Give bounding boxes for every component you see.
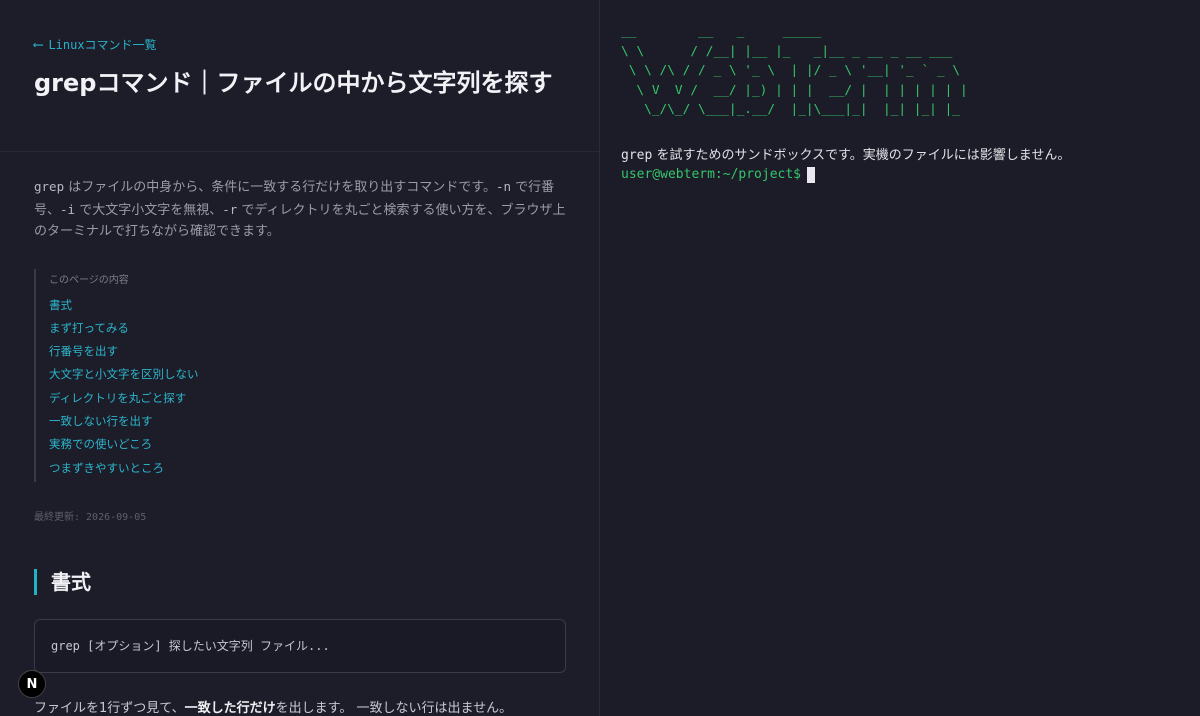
- toc-item-invert-match[interactable]: 一致しない行を出す: [49, 410, 565, 433]
- ascii-line: \ \ /\ / / _ \ '_ \ | |/ _ \ '__| '_ ` _…: [621, 63, 960, 78]
- terminal-intro: grep を試すためのサンドボックスです。実機のファイルには影響しません。: [621, 144, 1180, 163]
- ascii-line: \ V V / __/ |_) | | | __/ | | | | | | |: [621, 82, 968, 98]
- ascii-line: \ \ / /__| |__ |_ _|__ _ __ _ __ ___: [621, 43, 953, 59]
- toc-item-try-it[interactable]: まず打ってみる: [49, 317, 565, 340]
- article-body: grep はファイルの中身から、条件に一致する行だけを取り出すコマンドです。-n…: [0, 152, 599, 716]
- syntax-code: grep [オプション] 探したい文字列 ファイル...: [51, 639, 330, 654]
- toc-item-ignore-case[interactable]: 大文字と小文字を区別しない: [49, 363, 565, 386]
- toc-item-line-numbers[interactable]: 行番号を出す: [49, 340, 565, 363]
- format-desc-post: を出します。 一致しない行は出ません。: [275, 700, 513, 716]
- ascii-line: __ __ _ _____: [621, 24, 822, 39]
- back-link[interactable]: ⟵ Linuxコマンド一覧: [34, 36, 565, 53]
- page-title: grepコマンド｜ファイルの中から文字列を探す: [34, 69, 553, 97]
- terminal-pane[interactable]: __ __ _ _____ \ \ / /__| |__ |_ _|__ _ __…: [601, 0, 1200, 716]
- terminal-intro-cmd: grep: [621, 147, 653, 163]
- article-pane: ⟵ Linuxコマンド一覧 grepコマンド｜ファイルの中から文字列を探す gr…: [0, 0, 600, 716]
- intro-paragraph: grep はファイルの中身から、条件に一致する行だけを取り出すコマンドです。-n…: [34, 176, 566, 243]
- section-heading-format: 書式: [34, 568, 565, 595]
- intro-opt-i: -i: [60, 201, 76, 217]
- toc-item-practical-use[interactable]: 実務での使いどころ: [49, 433, 565, 456]
- toc-item-recursive[interactable]: ディレクトリを丸ごと探す: [49, 387, 565, 410]
- terminal-prompt: user@webterm:~/project$: [621, 167, 802, 182]
- arrow-left-icon: ⟵: [34, 36, 43, 53]
- format-desc-bold: 一致した行だけ: [184, 700, 276, 716]
- toc-item-format[interactable]: 書式: [49, 294, 565, 317]
- format-description: ファイルを1行ずつ見て、一致した行だけを出します。 一致しない行は出ません。: [34, 697, 565, 716]
- back-link-label: Linuxコマンド一覧: [48, 38, 157, 52]
- syntax-code-block: grep [オプション] 探したい文字列 ファイル...: [34, 618, 566, 673]
- article-header: ⟵ Linuxコマンド一覧 grepコマンド｜ファイルの中から文字列を探す: [0, 0, 599, 152]
- intro-opt-n: -n: [495, 179, 512, 194]
- intro-cmd: grep: [34, 179, 65, 194]
- ascii-line: \_/\_/ \___|_.__/ |_|\___|_| |_| |_| |_: [621, 102, 960, 117]
- intro-opt-r: -r: [222, 201, 238, 217]
- terminal-ascii-banner: __ __ _ _____ \ \ / /__| |__ |_ _|__ _ __…: [621, 22, 1180, 120]
- format-desc-pre: ファイルを1行ずつ見て、: [34, 700, 185, 716]
- toc-item-pitfalls[interactable]: つまずきやすいところ: [49, 457, 565, 480]
- toc-title: このページの内容: [49, 274, 129, 286]
- nextjs-logo-icon: N: [26, 676, 38, 692]
- terminal-intro-text: を試すためのサンドボックスです。実機のファイルには影響しません。: [652, 147, 1071, 163]
- intro-text-1: はファイルの中身から、条件に一致する行だけを取り出すコマンドです。: [64, 180, 496, 195]
- terminal-prompt-line[interactable]: user@webterm:~/project$: [621, 166, 1180, 183]
- nextjs-dev-badge[interactable]: N: [18, 670, 46, 698]
- intro-text-3: で大文字小文字を無視、: [75, 202, 223, 218]
- last-updated: 最終更新: 2026-09-05: [34, 511, 147, 523]
- terminal-cursor: [807, 166, 816, 183]
- table-of-contents: このページの内容 書式 まず打ってみる 行番号を出す 大文字と小文字を区別しない…: [34, 268, 565, 482]
